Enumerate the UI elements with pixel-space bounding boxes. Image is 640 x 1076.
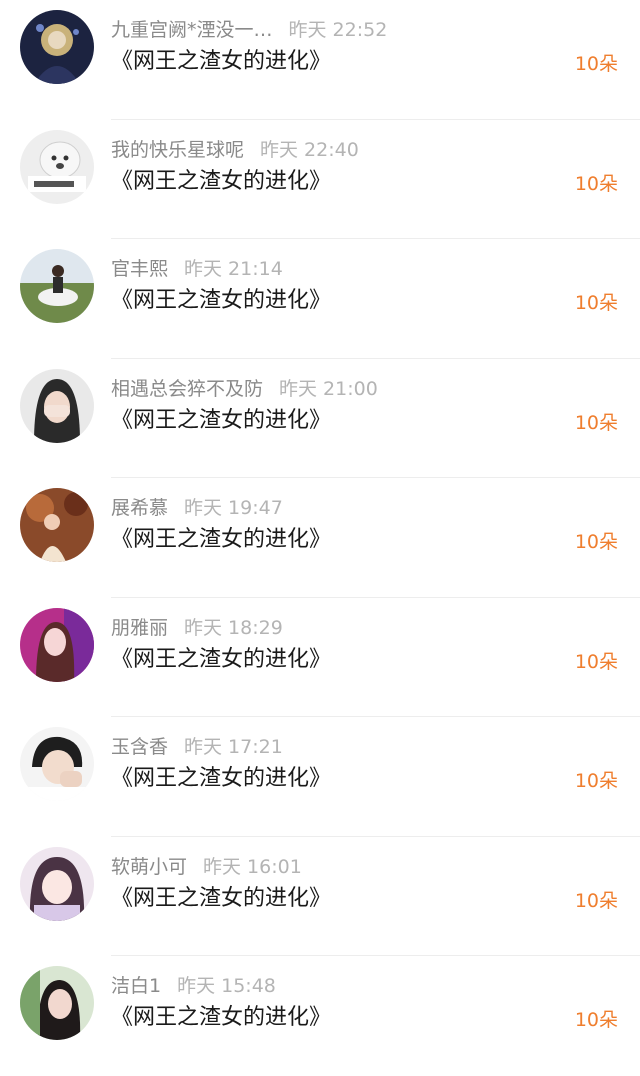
gift-amount: 10朵 — [574, 1009, 618, 1031]
timestamp: 昨天 22:40 — [260, 138, 359, 161]
book-title: 《网王之渣女的进化》 — [111, 766, 332, 791]
avatar-dog-meme-icon — [20, 129, 94, 204]
user-name[interactable]: 玉含香 — [111, 736, 168, 758]
list-item[interactable]: 九重宫阙*湮没一… 昨天 22:52 《网王之渣女的进化》 10朵 — [0, 0, 640, 120]
book-title: 《网王之渣女的进化》 — [111, 49, 332, 74]
gift-amount: 10朵 — [574, 770, 618, 792]
list-item[interactable]: 官丰熙 昨天 21:14 《网王之渣女的进化》 10朵 — [0, 239, 640, 359]
avatar-girl-covering-face-icon — [20, 368, 94, 443]
avatar[interactable] — [20, 129, 94, 204]
avatar[interactable] — [20, 846, 94, 921]
timestamp: 昨天 21:14 — [184, 258, 283, 280]
avatar[interactable] — [20, 607, 94, 682]
timestamp: 昨天 21:00 — [279, 377, 378, 400]
gift-amount: 10朵 — [574, 292, 618, 314]
avatar[interactable] — [20, 10, 94, 84]
timestamp: 昨天 15:48 — [177, 975, 276, 997]
book-title: 《网王之渣女的进化》 — [111, 288, 332, 313]
avatar[interactable] — [20, 966, 94, 1040]
gift-amount: 10朵 — [574, 172, 618, 195]
user-name[interactable]: 洁白1 — [111, 975, 161, 997]
list-item[interactable]: 软萌小可 昨天 16:01 《网王之渣女的进化》 10朵 — [0, 837, 640, 956]
gift-amount: 10朵 — [574, 411, 618, 434]
list-item[interactable]: 朋雅丽 昨天 18:29 《网王之渣女的进化》 10朵 — [0, 598, 640, 717]
timestamp: 昨天 18:29 — [184, 616, 283, 639]
timestamp: 昨天 19:47 — [184, 497, 283, 519]
timestamp: 昨天 17:21 — [184, 736, 283, 758]
avatar-horse-rider-icon — [20, 249, 94, 323]
gift-amount: 10朵 — [574, 53, 618, 75]
gift-record-list: 九重宫阙*湮没一… 昨天 22:52 《网王之渣女的进化》 10朵 我的快乐星球呢… — [0, 0, 640, 1058]
avatar-boy-hand-icon — [20, 727, 94, 801]
list-item[interactable]: 相遇总会猝不及防 昨天 21:00 《网王之渣女的进化》 10朵 — [0, 359, 640, 478]
list-item[interactable]: 展希慕 昨天 19:47 《网王之渣女的进化》 10朵 — [0, 478, 640, 598]
book-title: 《网王之渣女的进化》 — [111, 407, 332, 433]
user-name[interactable]: 展希慕 — [111, 497, 168, 519]
user-name[interactable]: 九重宫阙*湮没一… — [111, 19, 273, 41]
user-name[interactable]: 朋雅丽 — [111, 617, 168, 639]
book-title: 《网王之渣女的进化》 — [111, 168, 332, 194]
avatar[interactable] — [20, 368, 94, 443]
gift-amount: 10朵 — [574, 650, 618, 673]
user-name[interactable]: 官丰熙 — [111, 258, 168, 280]
timestamp: 昨天 16:01 — [203, 855, 302, 878]
list-item[interactable]: 我的快乐星球呢 昨天 22:40 《网王之渣女的进化》 10朵 — [0, 120, 640, 239]
avatar-girl-autumn-icon — [20, 488, 94, 562]
avatar-anime-girl-icon — [20, 846, 94, 921]
book-title: 《网王之渣女的进化》 — [111, 1005, 332, 1030]
user-name[interactable]: 相遇总会猝不及防 — [111, 378, 263, 400]
avatar[interactable] — [20, 488, 94, 562]
avatar-girl-pink-icon — [20, 607, 94, 682]
user-name[interactable]: 我的快乐星球呢 — [111, 139, 244, 161]
timestamp: 昨天 22:52 — [288, 19, 388, 41]
avatar[interactable] — [20, 727, 94, 801]
avatar-dark-doll-icon — [20, 10, 94, 84]
list-item[interactable]: 玉含香 昨天 17:21 《网王之渣女的进化》 10朵 — [0, 717, 640, 837]
gift-amount: 10朵 — [574, 889, 618, 912]
book-title: 《网王之渣女的进化》 — [111, 885, 332, 911]
user-name[interactable]: 软萌小可 — [111, 856, 187, 878]
book-title: 《网王之渣女的进化》 — [111, 646, 332, 672]
avatar[interactable] — [20, 249, 94, 323]
book-title: 《网王之渣女的进化》 — [111, 527, 332, 552]
avatar-girl-longhair-icon — [20, 966, 94, 1040]
gift-amount: 10朵 — [574, 531, 618, 553]
